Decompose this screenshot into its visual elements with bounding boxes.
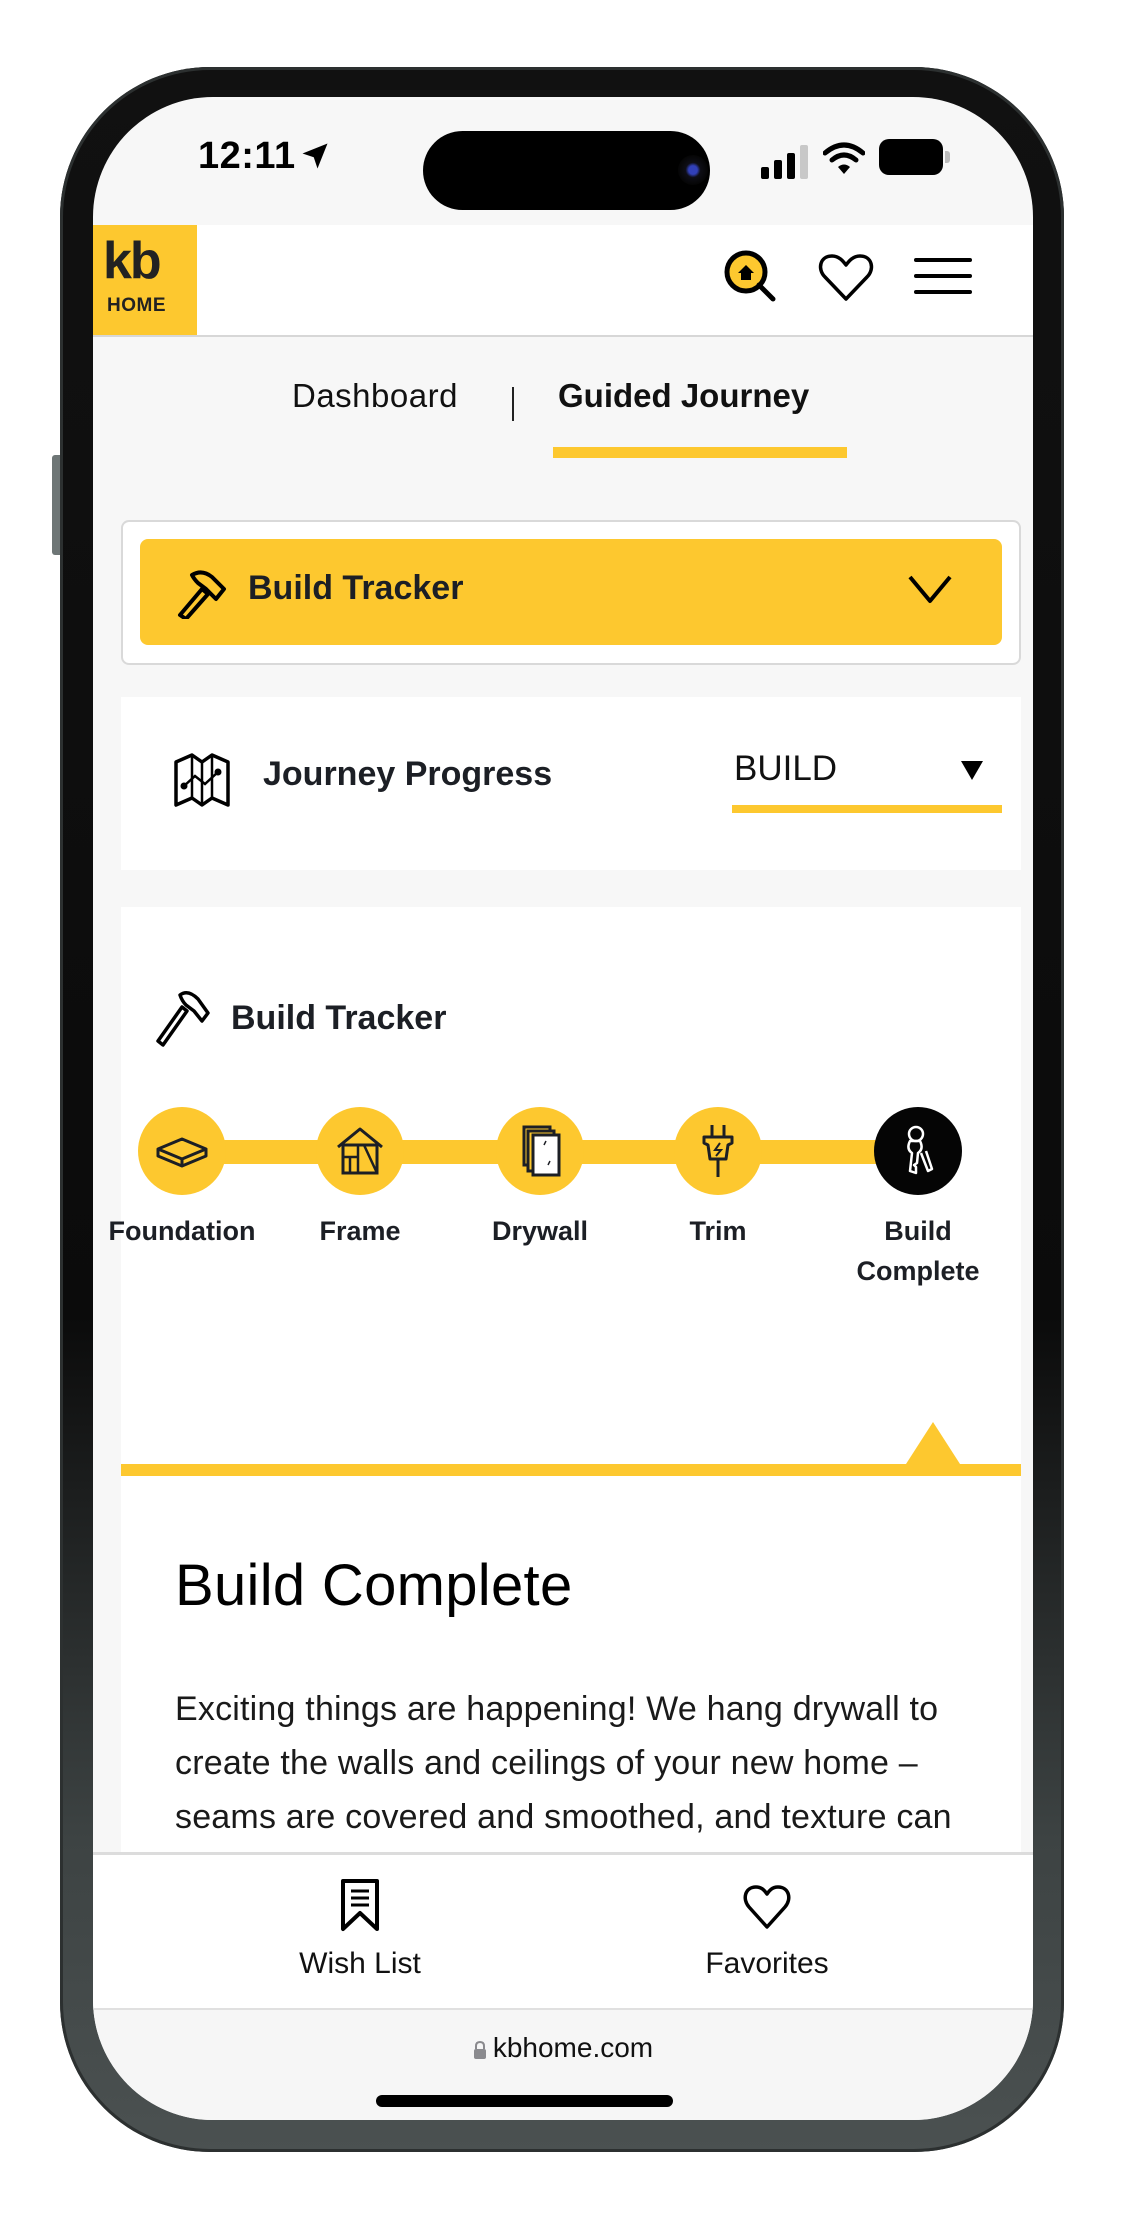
chevron-down-icon [908,575,952,603]
tracker-title: Build Tracker [231,999,447,1037]
view-tabs: Dashboard Guided Journey [93,367,1033,458]
lock-icon [473,2041,486,2059]
browser-address-bar: kbhome.com [93,2008,1033,2120]
camera-icon [678,155,708,185]
step-label: Foundation [108,1216,256,1246]
section-dropdown-label: Build Tracker [248,569,464,607]
step-label: Drywall [491,1216,589,1246]
location-arrow-icon [302,143,328,169]
step-circle-active [874,1107,962,1195]
build-tracker-card: Build Tracker Foundation Frame Drywall T… [109,907,1021,1967]
home-indicator[interactable] [376,2095,673,2107]
url-text: kbhome.com [492,2032,654,2063]
signal-icon [761,145,808,179]
nav-wish-list[interactable]: Wish List [240,1877,480,1981]
map-icon [174,753,230,807]
phone-screen: 12:11 kb HOME Dashboard Guided Journey B… [93,97,1033,2120]
nav-wish-list-label: Wish List [299,1947,421,1980]
tab-guided-journey[interactable]: Guided Journey [558,377,809,415]
section-dropdown-button[interactable]: Build Tracker [140,539,1002,645]
keys-icon [907,1125,934,1175]
active-tab-underline [553,447,847,458]
tracker-step-build-complete[interactable]: Build Complete [843,1107,993,1291]
electric-plug-icon [702,1125,734,1177]
active-step-pointer [906,1422,960,1464]
battery-icon [879,139,943,175]
nav-favorites-label: Favorites [705,1947,829,1980]
journey-phase-value: BUILD [734,749,838,788]
detail-title: Build Complete [175,1553,573,1618]
heart-icon [743,1885,791,1929]
step-label-line2: Complete [856,1256,980,1286]
detail-divider-bar [121,1464,1021,1476]
tab-dashboard[interactable]: Dashboard [292,377,458,415]
tracker-step-trim[interactable]: Trim [643,1107,793,1251]
logo-kb-text: kb [103,232,162,290]
journey-progress-card: Journey Progress BUILD [121,697,1021,870]
hammer-icon [178,570,226,619]
status-time: 12:11 [198,135,296,177]
heart-icon[interactable] [816,247,876,307]
step-circle [138,1107,226,1195]
tracker-step-frame[interactable]: Frame [285,1107,435,1251]
journey-phase-select[interactable]: BUILD [732,745,1002,813]
step-circle [496,1107,584,1195]
bottom-nav: Wish List Favorites [93,1852,1033,2010]
step-circle [316,1107,404,1195]
tracker-step-drywall[interactable]: Drywall [465,1107,615,1251]
hammer-icon [156,991,210,1047]
nav-favorites[interactable]: Favorites [647,1877,887,1981]
drywall-sheets-icon [522,1125,561,1177]
site-header: kb HOME [93,225,1033,337]
step-circle [674,1107,762,1195]
house-frame-icon [337,1127,383,1175]
step-label: Frame [319,1216,401,1246]
dynamic-island [423,131,710,210]
hamburger-menu-icon[interactable] [913,247,973,307]
url-display[interactable]: kbhome.com [93,2032,1033,2064]
foundation-slab-icon [156,1137,208,1168]
bookmark-list-icon [341,1879,379,1931]
home-search-icon[interactable] [721,247,781,307]
wifi-icon [823,142,865,174]
tab-separator [512,387,514,421]
battery-nub [945,151,950,163]
journey-progress-label: Journey Progress [263,755,553,793]
tracker-step-foundation[interactable]: Foundation [107,1107,257,1251]
step-label-line1: Build [884,1216,952,1246]
logo-home-text: HOME [107,295,166,316]
step-label: Trim [689,1216,747,1246]
section-dropdown: Build Tracker [121,520,1021,665]
caret-down-icon [961,761,983,780]
kb-home-logo[interactable]: kb HOME [93,225,197,335]
step-label: Build Complete [843,1211,993,1291]
